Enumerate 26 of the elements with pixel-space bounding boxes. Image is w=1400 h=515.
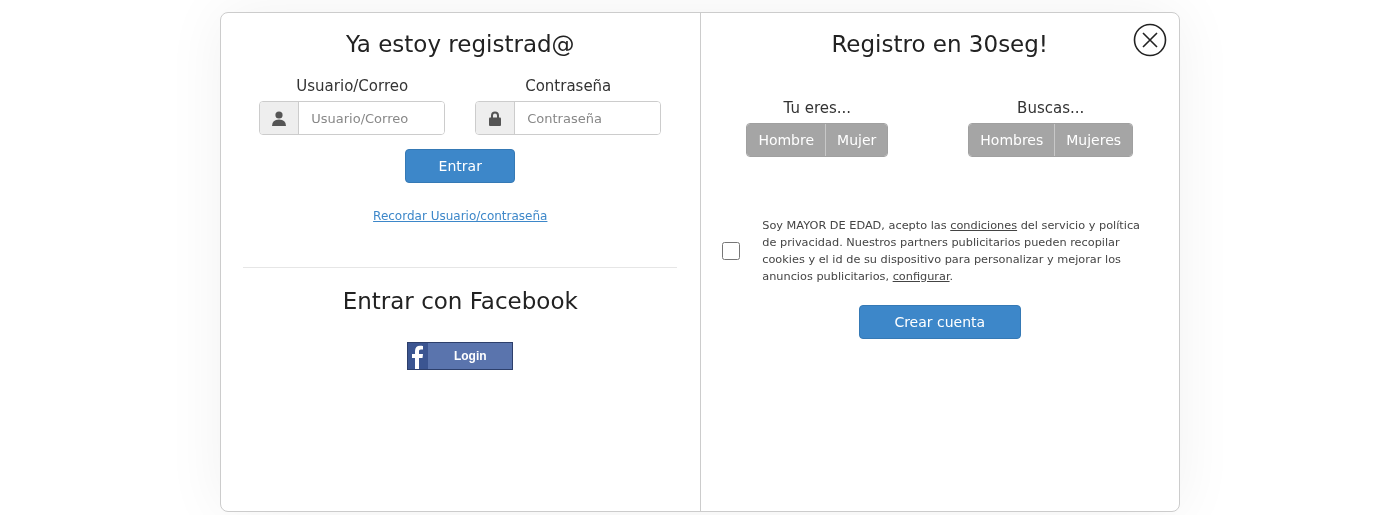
group-label: Buscas... (1017, 99, 1085, 117)
option-button[interactable]: Mujer (825, 124, 888, 156)
register-title: Registro en 30seg! (831, 31, 1049, 57)
input-field[interactable]: Contraseña (475, 101, 662, 135)
group-label: Tu eres... (783, 99, 852, 117)
field-label: Usuario/Correo (296, 77, 409, 95)
option-button[interactable]: Hombres (969, 124, 1055, 156)
input-field[interactable]: Usuario/Correo (259, 101, 446, 135)
close-button[interactable] (1133, 23, 1167, 57)
login-title: Ya estoy registrad@ (345, 31, 575, 57)
forgot-password-link[interactable]: Recordar Usuario/contraseña (373, 209, 548, 223)
facebook-login-button[interactable]: Login (407, 342, 514, 370)
field-label: Contraseña (525, 77, 612, 95)
facebook-title: Entrar con Facebook (342, 288, 578, 314)
create-account-button[interactable]: Crear cuenta (858, 305, 1021, 339)
lock-icon (489, 110, 502, 126)
close-icon (1133, 23, 1167, 57)
enter-button[interactable]: Entrar (405, 149, 516, 183)
consent-link[interactable]: condiciones (950, 219, 1018, 232)
user-icon (272, 110, 287, 126)
consent-text: Soy MAYOR DE EDAD, acepto las condiciones del servicio y política de privacidad. Nuestros partners publicitarios pueden recopilar cookies y el id de su dispositivo para personalizar y mejorar los anuncios publicitarios, configurar. (762, 218, 1142, 285)
consent-link[interactable]: configurar (892, 270, 950, 283)
facebook-icon (408, 343, 429, 369)
option-button[interactable]: Mujeres (1054, 124, 1133, 156)
option-button[interactable]: Hombre (747, 124, 826, 156)
consent-checkbox[interactable] (722, 242, 741, 260)
